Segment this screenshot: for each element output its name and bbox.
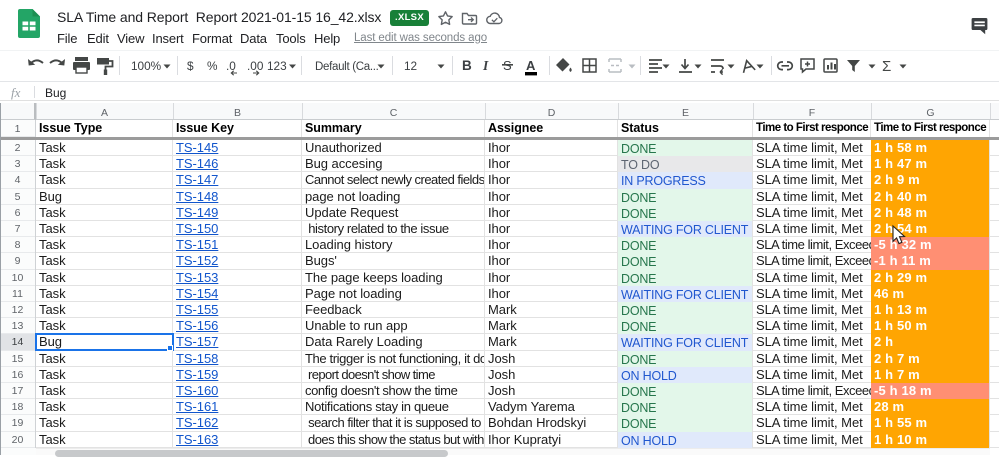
svg-text:$: $ <box>187 59 194 73</box>
svg-text:Default (Ca...: Default (Ca... <box>315 61 379 73</box>
svg-text:I: I <box>482 58 489 73</box>
svg-text:%: % <box>207 59 218 73</box>
svg-text:A: A <box>526 58 536 73</box>
svg-text:B: B <box>462 58 472 73</box>
svg-text:123: 123 <box>267 59 287 73</box>
svg-text:Σ: Σ <box>882 58 891 75</box>
svg-text:.00: .00 <box>247 59 264 73</box>
svg-text:.0: .0 <box>226 59 236 73</box>
svg-text:12: 12 <box>404 59 417 73</box>
svg-text:100%: 100% <box>131 59 162 73</box>
